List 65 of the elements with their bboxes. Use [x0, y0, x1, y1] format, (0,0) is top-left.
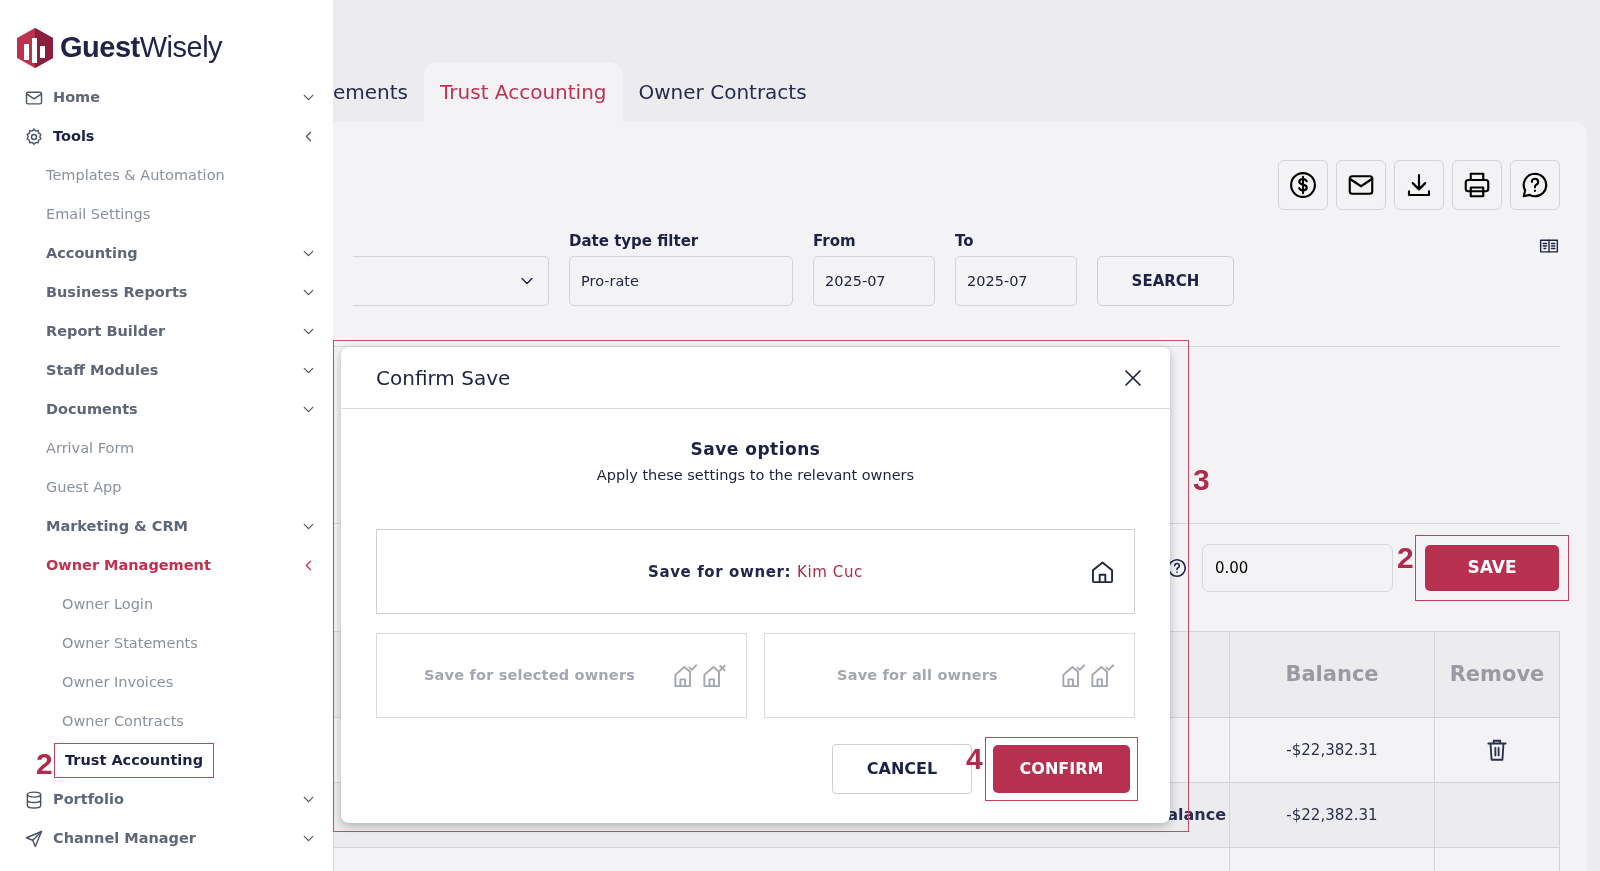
sidebar-item[interactable]: Owner Statements [62, 632, 198, 655]
sidebar-item[interactable]: Channel Manager [53, 827, 196, 850]
dollar-button[interactable] [1278, 160, 1328, 210]
options-heading: Save options [690, 438, 821, 461]
sidebar-item[interactable]: Templates & Automation [46, 164, 225, 187]
input-field[interactable]: 2025-07 [955, 256, 1077, 306]
house-check-icon [1060, 662, 1087, 690]
sidebar-item[interactable]: Marketing & CRM [46, 515, 189, 538]
table-cell: -$22,382.31 [1286, 740, 1378, 759]
field-label: From [813, 232, 856, 250]
column-header: Balance [1285, 661, 1379, 686]
sidebar-item[interactable]: Documents [46, 398, 138, 421]
sidebar-item[interactable]: Business Reports [46, 281, 188, 304]
sidebar-item[interactable]: Owner Invoices [62, 671, 174, 694]
tab[interactable]: Owner Contracts [622, 62, 823, 122]
house-check-icon [1089, 662, 1116, 690]
book-icon[interactable] [1538, 236, 1560, 256]
sidebar-item[interactable]: Arrival Form [46, 437, 135, 460]
sidebar-item[interactable]: Owner Contracts [62, 710, 184, 733]
confirm-button[interactable]: CONFIRM [993, 745, 1130, 794]
print-icon [1462, 170, 1492, 200]
sidebar-item[interactable]: Owner Login [62, 593, 154, 616]
sidebar-item[interactable]: Staff Modules [46, 359, 159, 382]
house-x-icon [701, 662, 728, 690]
settings-icon [24, 126, 44, 147]
input-field[interactable]: 2025-07 [813, 256, 935, 306]
sidebar-item[interactable]: Portfolio [53, 788, 124, 811]
help-button[interactable] [1510, 160, 1560, 210]
download-button[interactable] [1394, 160, 1444, 210]
house-icon [1089, 558, 1116, 586]
input-field[interactable]: Pro-rate [569, 256, 793, 306]
print-button[interactable] [1452, 160, 1502, 210]
sidebar-item[interactable]: Email Settings [46, 203, 151, 226]
send-icon [24, 828, 44, 849]
trash-icon[interactable] [1484, 737, 1510, 763]
modal-title: Confirm Save [376, 364, 511, 392]
select-field[interactable] [353, 256, 549, 306]
sidebar-item[interactable]: Owner Management [46, 554, 211, 577]
sidebar-item[interactable]: Tools [53, 125, 95, 148]
table-cell: -$22,382.31 [1286, 805, 1378, 824]
sidebar-item[interactable]: Guest App [46, 476, 122, 499]
sidebar-item[interactable]: Accounting [46, 242, 138, 265]
save-button[interactable]: SAVE [1425, 545, 1559, 591]
amount-field[interactable]: 0.00 [1202, 544, 1393, 592]
tab[interactable]: ements [333, 62, 425, 122]
help-icon [1520, 170, 1550, 200]
options-subtitle: Apply these settings to the relevant owners [596, 465, 915, 485]
logo-icon [17, 28, 54, 68]
sidebar-item[interactable]: Trust Accounting [65, 751, 203, 768]
search-button[interactable]: SEARCH [1097, 256, 1234, 306]
tab[interactable]: Trust Accounting [424, 62, 623, 122]
field-label: To [955, 232, 974, 250]
logo-text: GuestWisely [60, 30, 223, 66]
column-header: Remove [1449, 661, 1545, 686]
database-icon [24, 789, 44, 810]
sidebar-item[interactable]: Home [53, 86, 101, 109]
sidebar-item[interactable]: Report Builder [46, 320, 166, 343]
annotation-number: 3 [1193, 465, 1210, 495]
annotation-number: 2 [1397, 543, 1414, 573]
field-label: Date type filter [569, 232, 699, 250]
annotation-number: 2 [36, 749, 53, 779]
mail-button[interactable] [1336, 160, 1386, 210]
save-option[interactable]: Save for owner: Kim Cuc [376, 529, 1135, 615]
dollar-icon [1288, 170, 1318, 200]
house-check-icon [672, 662, 699, 690]
